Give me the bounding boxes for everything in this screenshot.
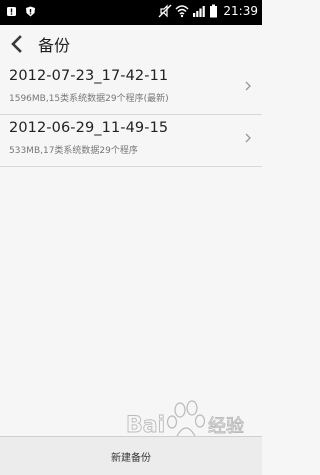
battery-icon bbox=[210, 4, 218, 18]
mute-icon bbox=[158, 4, 172, 18]
backup-list: 2012-07-23_17-42-11 1596MB,15类系统数据29个程序(… bbox=[0, 63, 262, 167]
list-item[interactable]: 2012-06-29_11-49-15 533MB,17类系统数据29个程序 bbox=[0, 115, 262, 167]
backup-description: 1596MB,15类系统数据29个程序(最新) bbox=[9, 94, 169, 104]
new-backup-button[interactable]: 新建备份 bbox=[0, 449, 262, 464]
wifi-icon bbox=[175, 5, 189, 18]
svg-text:经验: 经验 bbox=[208, 416, 244, 437]
chevron-right-icon bbox=[245, 133, 251, 143]
backup-name: 2012-07-23_17-42-11 bbox=[9, 68, 169, 84]
action-bar: 备份 bbox=[0, 25, 262, 63]
signal-icon bbox=[193, 6, 206, 17]
status-bar: 21:39 bbox=[0, 0, 262, 25]
backup-description: 533MB,17类系统数据29个程序 bbox=[9, 146, 138, 156]
list-item[interactable]: 2012-07-23_17-42-11 1596MB,15类系统数据29个程序(… bbox=[0, 63, 262, 115]
shield-icon bbox=[26, 6, 35, 17]
chevron-right-icon bbox=[245, 81, 251, 91]
page-title: 备份 bbox=[38, 36, 71, 55]
svg-text:Bai: Bai bbox=[126, 413, 165, 438]
clock: 21:39 bbox=[223, 4, 258, 18]
back-arrow-icon[interactable] bbox=[6, 33, 28, 55]
bottom-bar: 新建备份 bbox=[0, 436, 262, 475]
backup-name: 2012-06-29_11-49-15 bbox=[9, 120, 169, 136]
alert-icon bbox=[7, 7, 16, 16]
